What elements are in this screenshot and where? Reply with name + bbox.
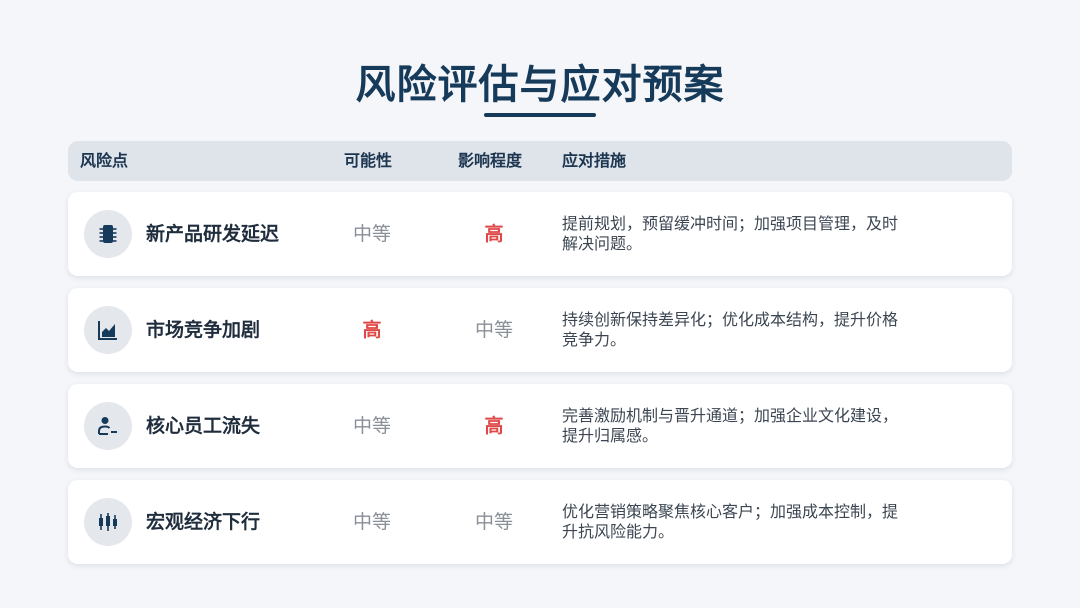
header-probability: 可能性 (344, 151, 393, 170)
probability-value: 中等 (352, 511, 391, 533)
chip-icon (84, 210, 132, 258)
impact-value: 高 (484, 415, 504, 437)
table-row: 市场竞争加剧 高 中等 持续创新保持差异化；优化成本结构，提升价格竞争力。 (68, 288, 1012, 372)
page-title: 风险评估与应对预案 (355, 62, 725, 108)
candlestick-icon (84, 498, 132, 546)
risk-name: 新产品研发延迟 (146, 223, 280, 245)
risk-name: 市场竞争加剧 (146, 319, 261, 341)
header-measures: 应对措施 (562, 151, 627, 170)
header-impact: 影响程度 (458, 151, 523, 170)
table-row: 核心员工流失 中等 高 完善激励机制与晋升通道；加强企业文化建设，提升归属感。 (68, 384, 1012, 468)
header-risk: 风险点 (80, 151, 129, 170)
area-chart-icon (84, 306, 132, 354)
measure-text: 持续创新保持差异化；优化成本结构，提升价格竞争力。 (562, 310, 899, 349)
impact-value: 高 (484, 223, 504, 245)
title-underline (484, 113, 596, 117)
risk-name: 核心员工流失 (146, 415, 261, 437)
table-row: 宏观经济下行 中等 中等 优化营销策略聚焦核心客户；加强成本控制，提升抗风险能力… (68, 480, 1012, 564)
probability-value: 中等 (352, 415, 391, 437)
impact-value: 中等 (474, 319, 513, 341)
risk-name: 宏观经济下行 (146, 511, 261, 533)
user-minus-icon (84, 402, 132, 450)
impact-value: 中等 (474, 511, 513, 533)
measure-text: 完善激励机制与晋升通道；加强企业文化建设，提升归属感。 (562, 406, 899, 445)
table-header: 风险点 可能性 影响程度 应对措施 (68, 141, 1012, 181)
probability-value: 高 (362, 319, 382, 341)
table-row: 新产品研发延迟 中等 高 提前规划，预留缓冲时间；加强项目管理，及时解决问题。 (68, 192, 1012, 276)
measure-text: 提前规划，预留缓冲时间；加强项目管理，及时解决问题。 (562, 214, 899, 253)
probability-value: 中等 (352, 223, 391, 245)
measure-text: 优化营销策略聚焦核心客户；加强成本控制，提升抗风险能力。 (562, 502, 899, 541)
